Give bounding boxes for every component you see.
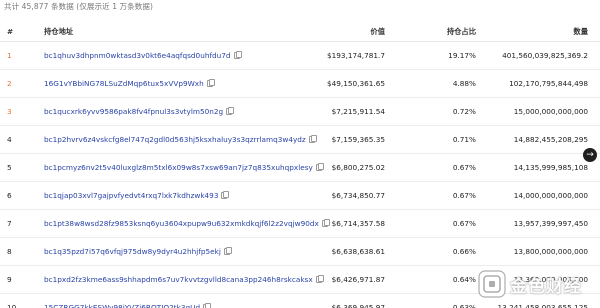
- table-row: 3 bc1qucxrk6yvv9586pak8fv4fpnul3s3vtylm50…: [0, 98, 600, 126]
- holder-address-link[interactable]: bc1qjap03xvl7gajpvfyedvt4rxq7lxk7kdhzwk4…: [44, 191, 218, 200]
- value-cell: $193,174,781.7: [326, 51, 385, 60]
- holder-address-link[interactable]: bc1qhuv3dhpnm0wktasd3v0kt6e4aqfqsd0uhfdu…: [44, 51, 231, 60]
- holding-percent-cell: 0.66%: [452, 247, 476, 256]
- rank-cell: 8: [7, 238, 33, 265]
- copy-icon[interactable]: [203, 303, 212, 308]
- holder-address-link[interactable]: bc1qucxrk6yvv9586pak8fv4fpnul3s3vtylm50n…: [44, 107, 223, 116]
- rank-number: 6: [7, 191, 12, 200]
- holder-address-link[interactable]: bc1pcmyz6nv2t5v40luxglz8m5txl6x09w8s7xsw…: [44, 163, 313, 172]
- holder-address-link[interactable]: bc1q35pzd7i57q6vfqj975dw8y9dyr4u2hhjfp5e…: [44, 247, 221, 256]
- rank-cell: 6: [7, 182, 33, 209]
- rank-cell: 4: [7, 126, 33, 153]
- holding-percent-cell: 0.71%: [452, 135, 476, 144]
- rank-cell: 3: [7, 98, 33, 125]
- value-cell: $49,150,361.65: [326, 79, 385, 88]
- table-header-row: # 持仓地址 价值 持仓占比 数量: [0, 22, 600, 42]
- holder-address-link[interactable]: bc1pxd2fz3kme6ass9shhapdm6s7uv7kvvtzgvll…: [44, 275, 313, 284]
- holder-address-link[interactable]: bc1pt38w8wsd28fz9853ksnq6yu3604xpupw9u63…: [44, 219, 319, 228]
- table-row: 7 bc1pt38w8wsd28fz9853ksnq6yu3604xpupw9u6…: [0, 210, 600, 238]
- value-cell: $6,714,357.58: [331, 219, 385, 228]
- rank-number: 5: [7, 163, 12, 172]
- rank-number: 1: [7, 51, 12, 60]
- holder-address-link[interactable]: 15CZRGG7kkESWy98jYVZj6RQTJQ2tk3gUd: [44, 303, 200, 308]
- holding-percent-cell: 0.72%: [452, 107, 476, 116]
- table-row: 5 bc1pcmyz6nv2t5v40luxglz8m5txl6x09w8s7xs…: [0, 154, 600, 182]
- watermark-text: 金色财经: [510, 277, 582, 297]
- holding-percent-cell: 4.88%: [452, 79, 476, 88]
- table-row: 2 16G1vYBbiNG78LSuZdMqp6tux5xVVp9Wxh $49,1…: [0, 70, 600, 98]
- table-row: 1 bc1qhuv3dhpnm0wktasd3v0kt6e4aqfqsd0uhfd…: [0, 42, 600, 70]
- value-cell: $6,734,850.77: [331, 191, 385, 200]
- amount-cell: 401,560,039,825,369.2: [502, 51, 588, 60]
- copy-icon[interactable]: [223, 247, 232, 255]
- rank-cell: 10: [7, 294, 33, 308]
- copy-icon[interactable]: [206, 79, 215, 87]
- watermark-logo-icon: [478, 270, 506, 298]
- value-cell: $6,426,971.87: [331, 275, 385, 284]
- rank-cell: 5: [7, 154, 33, 181]
- amount-cell: 13,800,000,000,000: [513, 247, 588, 256]
- scroll-right-button[interactable]: →: [583, 148, 597, 162]
- amount-cell: 15,000,000,000,000: [513, 107, 588, 116]
- rank-number: 7: [7, 219, 12, 228]
- amount-cell: 14,000,000,000,000: [513, 191, 588, 200]
- holding-percent-cell: 0.67%: [452, 163, 476, 172]
- rank-number: 10: [7, 303, 17, 308]
- header-value[interactable]: 价值: [290, 22, 385, 41]
- rank-cell: 2: [7, 70, 33, 97]
- rank-cell: 7: [7, 210, 33, 237]
- value-cell: $6,638,638.61: [331, 247, 385, 256]
- amount-cell: 13,957,399,997,450: [513, 219, 588, 228]
- rank-number: 3: [7, 107, 12, 116]
- header-holding-percent[interactable]: 持仓占比: [420, 22, 476, 41]
- copy-icon[interactable]: [221, 191, 230, 199]
- holding-percent-cell: 0.67%: [452, 219, 476, 228]
- holder-address-link[interactable]: bc1p2hvrv6z4vskcfg8el747q2gdl0d563hj5ksx…: [44, 135, 306, 144]
- record-count-summary: 共计 45,877 条数据 (仅展示近 1 万条数据): [4, 2, 153, 11]
- copy-icon[interactable]: [233, 51, 242, 59]
- holding-percent-cell: 0.64%: [452, 275, 476, 284]
- holders-page: 共计 45,877 条数据 (仅展示近 1 万条数据) # 持仓地址 价值 持仓…: [0, 0, 600, 308]
- rank-number: 9: [7, 275, 12, 284]
- holding-percent-cell: 19.17%: [448, 51, 476, 60]
- value-cell: $7,215,911.54: [331, 107, 385, 116]
- value-cell: $6,369,945.97: [331, 303, 385, 308]
- holder-address-link[interactable]: 16G1vYBbiNG78LSuZdMqp6tux5xVVp9Wxh: [44, 79, 204, 88]
- amount-cell: 14,135,999,985,108: [513, 163, 588, 172]
- rank-cell: 9: [7, 266, 33, 293]
- amount-cell: 14,882,455,208,295: [513, 135, 588, 144]
- watermark: 金色财经: [478, 262, 598, 306]
- header-amount[interactable]: 数量: [470, 22, 588, 41]
- rank-number: 4: [7, 135, 12, 144]
- rank-cell: 1: [7, 42, 33, 69]
- table-row: 6 bc1qjap03xvl7gajpvfyedvt4rxq7lxk7kdhzwk…: [0, 182, 600, 210]
- copy-icon[interactable]: [226, 107, 235, 115]
- header-rank: #: [7, 27, 14, 36]
- holding-percent-cell: 0.67%: [452, 191, 476, 200]
- holding-percent-cell: 0.63%: [452, 303, 476, 308]
- rank-number: 8: [7, 247, 12, 256]
- amount-cell: 102,170,795,844,498: [509, 79, 588, 88]
- value-cell: $7,159,365.35: [331, 135, 385, 144]
- table-row: 4 bc1p2hvrv6z4vskcfg8el747q2gdl0d563hj5ks…: [0, 126, 600, 154]
- rank-number: 2: [7, 79, 12, 88]
- arrow-right-icon: →: [586, 149, 594, 160]
- value-cell: $6,800,275.02: [331, 163, 385, 172]
